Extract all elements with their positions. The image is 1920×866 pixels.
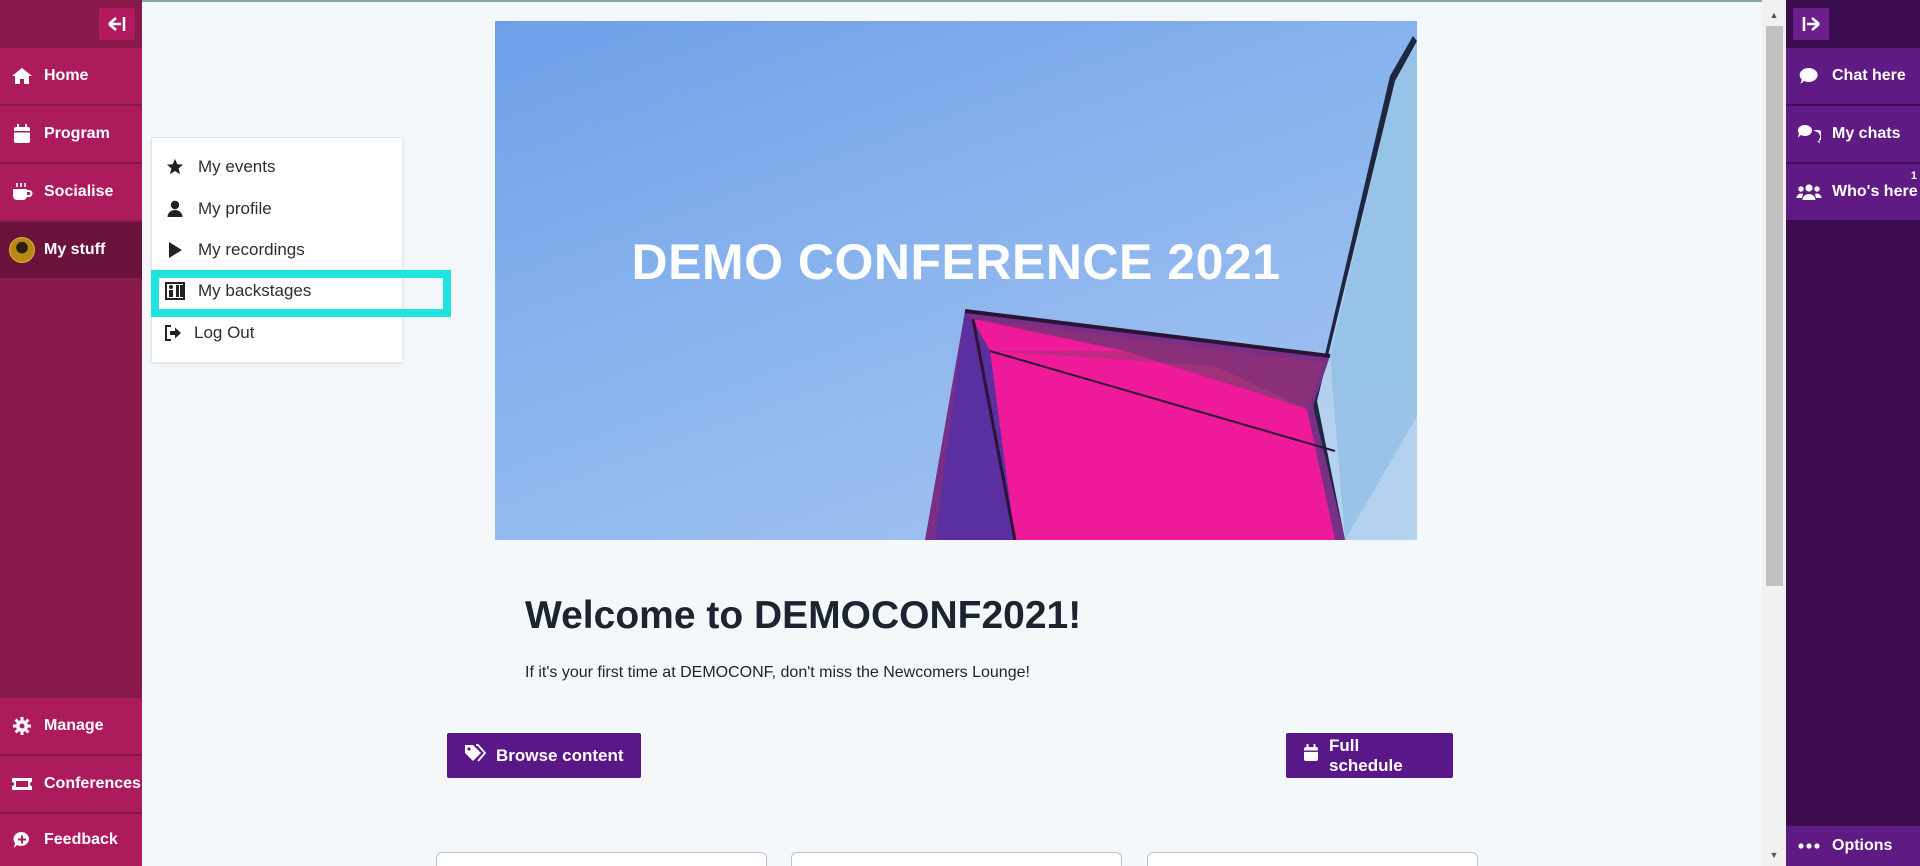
star-icon <box>152 158 198 176</box>
scroll-thumb[interactable] <box>1766 26 1783 586</box>
nav-label-home: Home <box>44 67 89 84</box>
gear-icon <box>0 716 44 736</box>
main-scrollbar[interactable]: ▲ ▼ <box>1762 0 1786 866</box>
nav-label-chat-here: Chat here <box>1832 67 1906 84</box>
collapse-right-icon <box>1802 17 1820 31</box>
nav-item-conferences[interactable]: Conferences <box>0 756 142 812</box>
chats-icon <box>1786 124 1832 144</box>
coffee-icon <box>0 182 44 202</box>
menu-item-my-backstages[interactable]: My backstages <box>152 273 404 309</box>
menu-label-my-profile: My profile <box>198 199 272 218</box>
content-card[interactable] <box>436 852 767 866</box>
nav-item-program[interactable]: Program <box>0 106 142 162</box>
play-icon <box>152 241 198 259</box>
menu-item-my-profile[interactable]: My profile <box>152 191 404 227</box>
nav-item-my-chats[interactable]: My chats <box>1786 106 1920 162</box>
nav-item-feedback[interactable]: Feedback <box>0 814 142 866</box>
options-button[interactable]: Options <box>1786 826 1920 866</box>
nav-label-whos-here: Who's here <box>1832 183 1918 200</box>
nav-label-conferences: Conferences <box>44 775 141 792</box>
scroll-up-icon[interactable]: ▲ <box>1762 6 1786 24</box>
browse-content-label: Browse content <box>496 745 624 765</box>
browse-content-button[interactable]: Browse content <box>447 733 641 778</box>
users-icon <box>1786 183 1832 201</box>
chat-icon <box>1786 67 1832 85</box>
options-label: Options <box>1832 837 1893 854</box>
menu-label-my-backstages: My backstages <box>198 281 312 300</box>
full-schedule-button[interactable]: Full schedule <box>1286 733 1453 778</box>
nav-item-my-stuff[interactable]: My stuff <box>0 222 142 278</box>
menu-label-my-recordings: My recordings <box>198 240 305 259</box>
calendar-icon <box>1303 744 1319 767</box>
nav-item-socialise[interactable]: Socialise <box>0 164 142 220</box>
content-card[interactable] <box>1147 852 1478 866</box>
window-top-border <box>0 0 1920 2</box>
tags-icon <box>464 744 487 767</box>
whos-here-count-badge: 1 <box>1910 170 1917 182</box>
menu-item-my-recordings[interactable]: My recordings <box>152 232 404 268</box>
nav-label-socialise: Socialise <box>44 183 114 200</box>
collapse-right-sidebar-button[interactable] <box>1793 8 1829 40</box>
menu-label-log-out: Log Out <box>194 323 255 342</box>
logout-icon <box>152 325 194 341</box>
calendar-icon <box>0 124 44 144</box>
user-icon <box>152 200 198 218</box>
nav-item-home[interactable]: Home <box>0 48 142 104</box>
conference-banner: DEMO CONFERENCE 2021 <box>495 21 1417 540</box>
nav-label-my-stuff: My stuff <box>44 241 106 258</box>
full-schedule-label: Full schedule <box>1329 735 1403 775</box>
nav-label-program: Program <box>44 125 110 142</box>
menu-item-log-out[interactable]: Log Out <box>152 315 404 351</box>
home-icon <box>0 67 44 85</box>
avatar <box>9 237 35 263</box>
nav-label-feedback: Feedback <box>44 831 118 848</box>
nav-item-whos-here[interactable]: Who's here 1 <box>1786 164 1920 220</box>
menu-label-my-events: My events <box>198 157 276 176</box>
nav-item-chat-here[interactable]: Chat here <box>1786 48 1920 104</box>
welcome-heading: Welcome to DEMOCONF2021! <box>525 594 1082 637</box>
welcome-subtitle: If it's your first time at DEMOCONF, don… <box>525 664 1030 681</box>
ellipsis-icon <box>1786 843 1832 849</box>
menu-item-my-events[interactable]: My events <box>152 149 404 185</box>
content-card[interactable] <box>791 852 1122 866</box>
scroll-down-icon[interactable]: ▼ <box>1762 846 1786 864</box>
ticket-icon <box>0 776 44 792</box>
backstage-icon <box>152 282 198 300</box>
collapse-left-icon <box>108 17 126 31</box>
banner-title: DEMO CONFERENCE 2021 <box>631 234 1281 290</box>
my-stuff-dropdown: My events My profile My recordings My ba… <box>151 137 403 363</box>
nav-label-my-chats: My chats <box>1832 125 1901 142</box>
collapse-left-sidebar-button[interactable] <box>99 8 135 40</box>
nav-item-manage[interactable]: Manage <box>0 698 142 754</box>
nav-label-manage: Manage <box>44 717 104 734</box>
feedback-icon <box>0 830 44 850</box>
